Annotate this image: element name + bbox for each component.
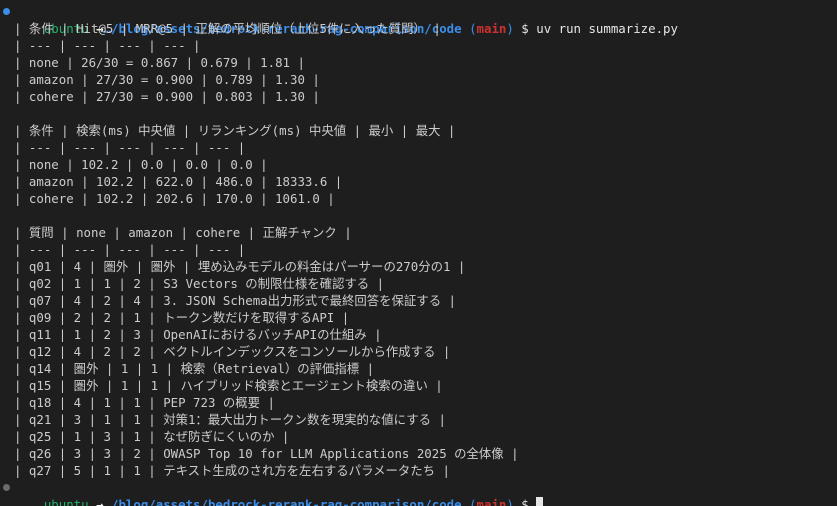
prompt-user: ubuntu — [43, 497, 89, 506]
output-line: | q27 | 5 | 1 | 1 | テキスト生成のされ方を左右するパラメータ… — [14, 463, 450, 478]
output-line: | q02 | 1 | 1 | 2 | S3 Vectors の制限仕様を確認す… — [14, 276, 385, 291]
prompt-arrow: → — [88, 497, 104, 506]
command-status-dot-icon — [3, 8, 10, 15]
output-line: | q25 | 1 | 3 | 1 | なぜ防ぎにくいのか | — [14, 429, 290, 444]
output-line: | q26 | 3 | 3 | 2 | OWASP Top 10 for LLM… — [14, 446, 519, 461]
output-line: | cohere | 102.2 | 202.6 | 170.0 | 1061.… — [14, 191, 335, 206]
output-line: | q07 | 4 | 2 | 4 | 3. JSON Schema出力形式で最… — [14, 293, 457, 308]
output-line: | amazon | 102.2 | 622.0 | 486.0 | 18333… — [14, 174, 343, 189]
output-line: | 条件 | 検索(ms) 中央値 | リランキング(ms) 中央値 | 最小 … — [14, 123, 456, 138]
prompt-symbol: $ — [513, 497, 537, 506]
branch-open-paren: ( — [461, 497, 477, 506]
output-line: | q21 | 3 | 1 | 1 | 対策1：最大出力トークン数を現実的な値に… — [14, 412, 446, 427]
branch-close-paren: ) — [506, 497, 514, 506]
output-line: | q11 | 1 | 2 | 3 | OpenAIにおけるバッチAPIの仕組み… — [14, 327, 382, 342]
output-line: | amazon | 27/30 = 0.900 | 0.789 | 1.30 … — [14, 72, 320, 87]
terminal-cursor[interactable] — [536, 497, 544, 506]
output-line: | q12 | 4 | 2 | 2 | ベクトルインデックスをコンソールから作成… — [14, 344, 451, 359]
output-line: | q01 | 4 | 圏外 | 圏外 | 埋め込みモデルの料金はパーサーの27… — [14, 259, 466, 274]
terminal-window[interactable]: ubuntu →…/blog/assets/bedrock-rerank-rag… — [0, 0, 837, 506]
command-status-dot-icon — [3, 484, 10, 491]
prompt-line-bottom[interactable]: ubuntu →…/blog/assets/bedrock-rerank-rag… — [0, 479, 837, 506]
output-line: | q15 | 圏外 | 1 | 1 | ハイブリッド検索とエージェント検索の違… — [14, 378, 443, 393]
output-line: | none | 102.2 | 0.0 | 0.0 | 0.0 | — [14, 157, 268, 172]
output-line: | cohere | 27/30 = 0.900 | 0.803 | 1.30 … — [14, 89, 320, 104]
output-line: | q14 | 圏外 | 1 | 1 | 検索（Retrieval）の評価指標 … — [14, 361, 375, 376]
output-line: | --- | --- | --- | --- | --- | — [14, 242, 246, 257]
prompt-line-top: ubuntu →…/blog/assets/bedrock-rerank-rag… — [0, 3, 837, 36]
prompt-branch: main — [476, 497, 507, 506]
output-line: | 条件 | Hit@5 | MRR@5 | 正解の平均順位（上位5件に入った質… — [14, 21, 441, 36]
output-line: | 質問 | none | amazon | cohere | 正解チャンク | — [14, 225, 352, 240]
prompt-path: …/blog/assets/bedrock-rerank-rag-compari… — [103, 497, 462, 506]
output-line: | --- | --- | --- | --- | — [14, 38, 201, 53]
output-line: | q09 | 2 | 2 | 1 | トークン数だけを取得するAPI | — [14, 310, 350, 325]
output-line: | --- | --- | --- | --- | --- | — [14, 140, 246, 155]
output-line: | none | 26/30 = 0.867 | 0.679 | 1.81 | — [14, 55, 305, 70]
output-line: | q18 | 4 | 1 | 1 | PEP 723 の概要 | — [14, 395, 275, 410]
